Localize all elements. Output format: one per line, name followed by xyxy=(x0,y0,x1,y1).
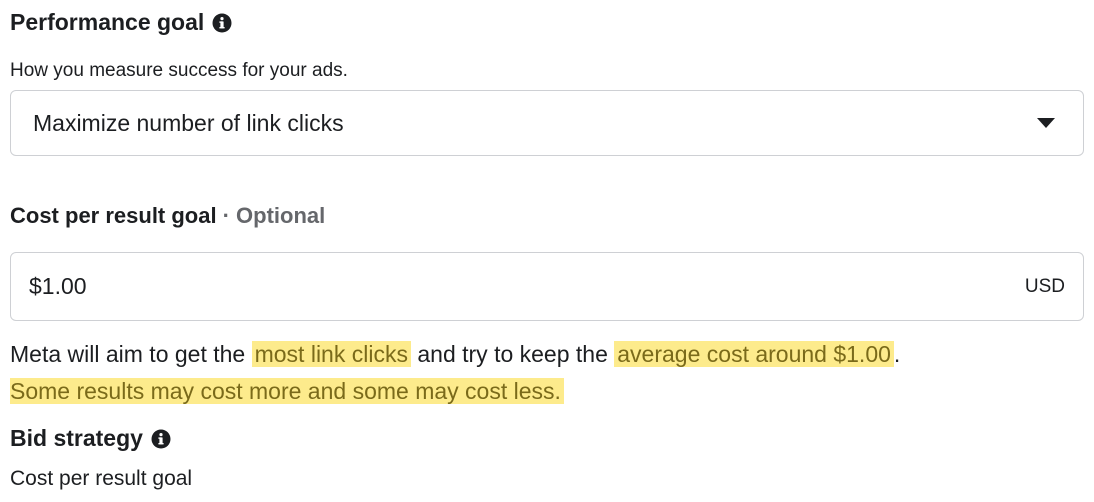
info-icon[interactable] xyxy=(151,429,171,449)
caret-down-icon xyxy=(1037,118,1055,128)
cost-goal-input[interactable] xyxy=(29,273,1025,300)
performance-goal-title: Performance goal xyxy=(10,9,205,35)
bid-strategy-heading: Bid strategy xyxy=(10,425,171,452)
cost-goal-field[interactable]: USD xyxy=(10,252,1084,321)
cost-goal-title: Cost per result goal xyxy=(10,203,217,228)
info-icon[interactable] xyxy=(212,13,232,33)
ad-set-settings: Performance goal How you measure success… xyxy=(0,0,1094,502)
bid-strategy-title: Bid strategy xyxy=(10,425,143,451)
highlight-results-note: Some results may cost more and some may … xyxy=(10,378,564,404)
currency-label: USD xyxy=(1024,275,1065,297)
performance-goal-dropdown[interactable]: Maximize number of link clicks xyxy=(10,90,1084,156)
highlight-most-link-clicks: most link clicks xyxy=(251,341,411,367)
performance-goal-selected: Maximize number of link clicks xyxy=(33,109,344,136)
performance-goal-subtext: How you measure success for your ads. xyxy=(10,60,348,81)
highlight-average-cost: average cost around $1.00 xyxy=(614,341,894,367)
cost-goal-heading: Cost per result goal · Optional xyxy=(10,203,325,229)
performance-goal-heading: Performance goal xyxy=(10,9,232,36)
cost-goal-description: Meta will aim to get the most link click… xyxy=(10,341,901,404)
bid-strategy-value: Cost per result goal xyxy=(10,467,193,490)
optional-label: · Optional xyxy=(222,203,326,228)
